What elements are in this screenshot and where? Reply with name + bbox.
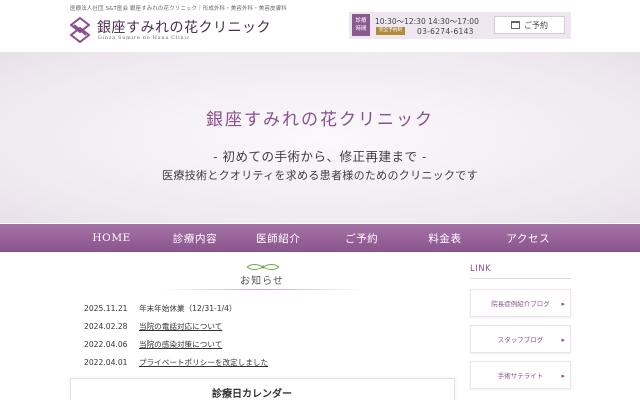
clinic-logo-icon[interactable] xyxy=(70,17,90,43)
nav-services[interactable]: 診療内容 xyxy=(153,224,236,252)
main-nav: HOME 診療内容 医師紹介 ご予約 料金表 アクセス xyxy=(0,224,640,252)
chevron-right-icon: ▸ xyxy=(561,336,565,344)
header-tagline: 医療法人社団 S&T医会 銀座すみれの花クリニック｜形成外科・美容外科・美容皮膚… xyxy=(70,6,287,12)
news-date: 2024.02.28 xyxy=(84,321,128,331)
list-item: 2024.02.28 当院の電話対応について xyxy=(84,317,454,335)
news-link[interactable]: 当院の電話対応について xyxy=(139,321,222,332)
chevron-right-icon: ▸ xyxy=(561,372,565,380)
news-text: 年末年始休業（12/31-1/4） xyxy=(139,303,237,313)
nav-doctors[interactable]: 医師紹介 xyxy=(237,224,320,252)
hero-banner xyxy=(0,52,640,223)
hero-description: 医療技術とクオリティを求める患者様のためのクリニックです xyxy=(162,169,478,182)
ornament-icon xyxy=(246,264,280,270)
news-divider xyxy=(160,289,364,290)
nav-home[interactable]: HOME xyxy=(70,224,153,252)
news-link[interactable]: 当院の感染対策について xyxy=(139,339,222,350)
news-date: 2022.04.01 xyxy=(84,357,128,367)
calendar-title: 診療日カレンダー xyxy=(212,389,292,400)
list-item: 2022.04.06 当院の感染対策について xyxy=(84,335,454,353)
news-list: 2025.11.21 年末年始休業（12/31-1/4） 2024.02.28 … xyxy=(84,299,454,371)
nav-reservation[interactable]: ご予約 xyxy=(320,224,403,252)
reserve-button[interactable]: ご予約 xyxy=(494,16,565,34)
nav-pricing[interactable]: 料金表 xyxy=(403,224,486,252)
news-link[interactable]: プライベートポリシーを改定しました xyxy=(139,357,268,368)
news-date: 2022.04.06 xyxy=(84,339,128,349)
sidebar-link-staff-blog[interactable]: スタッフブログ ▸ xyxy=(470,325,571,353)
news-heading: お知らせ xyxy=(240,276,284,287)
chevron-right-icon: ▸ xyxy=(561,300,565,308)
logo-subtitle: Ginza Sumire no Hana Clinic xyxy=(98,36,191,41)
hours-text: 10:30～12:30 14:30～17:00 xyxy=(375,17,479,26)
reserve-button-label: ご予約 xyxy=(524,20,548,30)
hero-title: 銀座すみれの花クリニック xyxy=(206,110,434,130)
sidebar-divider xyxy=(470,278,571,279)
sidebar-link-surgery-satellite[interactable]: 手術サテライト ▸ xyxy=(470,361,571,389)
sidebar-link-director-blog[interactable]: 院長症例紹介ブログ ▸ xyxy=(470,289,571,317)
phone-number[interactable]: 03-6274-6143 xyxy=(417,27,474,36)
list-item: 2025.11.21 年末年始休業（12/31-1/4） xyxy=(84,299,454,317)
nav-access[interactable]: アクセス xyxy=(487,224,570,252)
sidebar-title: LINK xyxy=(470,264,492,274)
calendar-icon xyxy=(511,21,520,29)
hours-badge: 診療 時間 xyxy=(352,14,370,36)
list-item: 2022.04.01 プライベートポリシーを改定しました xyxy=(84,353,454,371)
reservation-only-tag: 完全予約制 xyxy=(376,27,405,35)
site-header: 医療法人社団 S&T医会 銀座すみれの花クリニック｜形成外科・美容外科・美容皮膚… xyxy=(0,0,640,52)
hero-tagline: - 初めての手術から、修正再建まで - xyxy=(213,149,427,164)
logo-title[interactable]: 銀座すみれの花クリニック xyxy=(97,17,271,37)
news-date: 2025.11.21 xyxy=(84,303,128,313)
